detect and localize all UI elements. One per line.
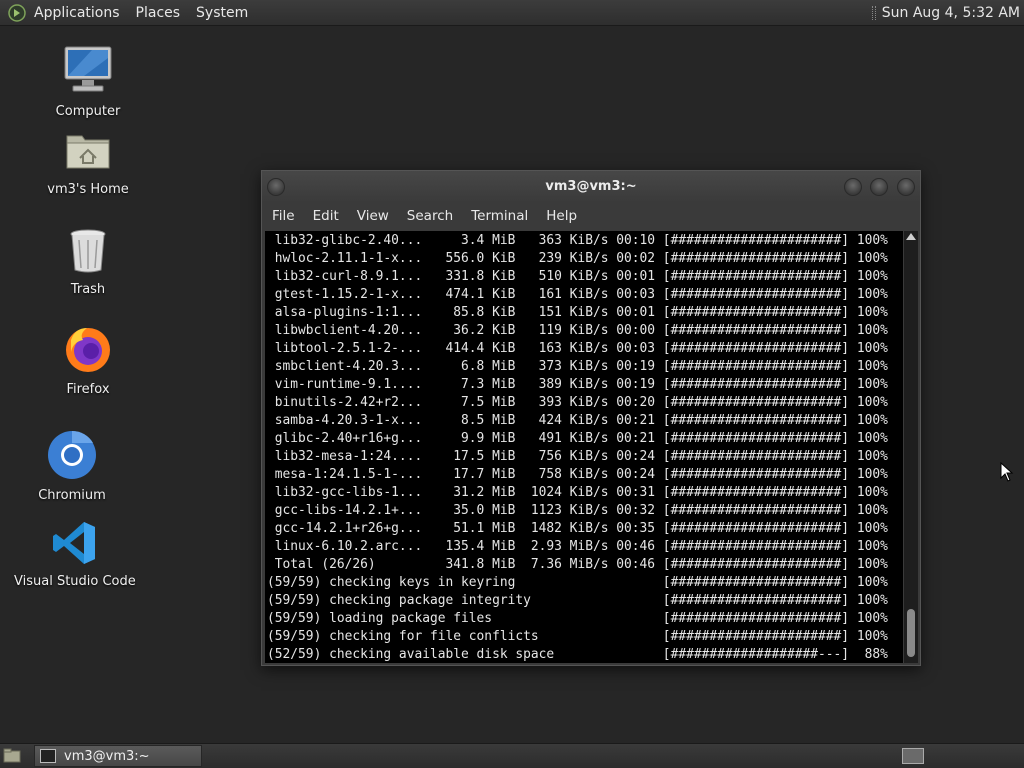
trash-icon	[70, 229, 106, 273]
terminal-line: gtest-1.15.2-1-x... 474.1 KiB 161 KiB/s …	[267, 287, 888, 302]
scrollbar-thumb[interactable]	[907, 609, 915, 657]
terminal-line: libwbclient-4.20... 36.2 KiB 119 KiB/s 0…	[267, 323, 888, 338]
terminal-line: hwloc-2.11.1-1-x... 556.0 KiB 239 KiB/s …	[267, 251, 888, 266]
terminal-window[interactable]: vm3@vm3:~ File Edit View Search Terminal…	[261, 170, 921, 666]
menu-terminal[interactable]: Terminal	[462, 208, 537, 224]
terminal-line: gcc-14.2.1+r26+g... 51.1 MiB 1482 KiB/s …	[267, 521, 888, 536]
desktop-icon-label: Chromium	[38, 488, 106, 503]
vscode-icon	[53, 522, 95, 564]
desktop-icon-firefox[interactable]: Firefox	[28, 324, 148, 397]
terminal-line: samba-4.20.3-1-x... 8.5 MiB 424 KiB/s 00…	[267, 413, 888, 428]
terminal-line: vim-runtime-9.1.... 7.3 MiB 389 KiB/s 00…	[267, 377, 888, 392]
desktop-icon-label: vm3's Home	[47, 182, 129, 197]
desktop-icon-trash[interactable]: Trash	[28, 226, 148, 297]
firefox-icon	[66, 328, 110, 372]
taskbar-terminal-button[interactable]: vm3@vm3:~	[34, 745, 202, 767]
terminal-menubar: File Edit View Search Terminal Help	[262, 203, 920, 229]
terminal-output[interactable]: lib32-glibc-2.40... 3.4 MiB 363 KiB/s 00…	[265, 231, 903, 663]
taskbar-window-label: vm3@vm3:~	[64, 748, 150, 764]
terminal-line: mesa-1:24.1.5-1-... 17.7 MiB 758 KiB/s 0…	[267, 467, 888, 482]
terminal-line: lib32-glibc-2.40... 3.4 MiB 363 KiB/s 00…	[267, 233, 888, 248]
terminal-line: binutils-2.42+r2... 7.5 MiB 393 KiB/s 00…	[267, 395, 888, 410]
mouse-cursor-icon	[1000, 462, 1014, 482]
maximize-icon[interactable]	[870, 178, 888, 196]
desktop-icon-home[interactable]: vm3's Home	[28, 126, 148, 197]
terminal-line: smbclient-4.20.3... 6.8 MiB 373 KiB/s 00…	[267, 359, 888, 374]
menu-view[interactable]: View	[348, 208, 398, 224]
menu-edit[interactable]: Edit	[304, 208, 348, 224]
terminal-line: lib32-curl-8.9.1... 331.8 KiB 510 KiB/s …	[267, 269, 888, 284]
chromium-icon	[48, 430, 96, 479]
terminal-line: linux-6.10.2.arc... 135.4 MiB 2.93 MiB/s…	[267, 539, 888, 554]
terminal-line: (59/59) checking for file conflicts [###…	[267, 629, 888, 644]
menu-file[interactable]: File	[262, 208, 304, 224]
window-menu-icon[interactable]	[267, 178, 285, 196]
desktop-icon-computer[interactable]: Computer	[28, 44, 148, 119]
window-title: vm3@vm3:~	[545, 179, 637, 194]
desktop-icon-label: Firefox	[66, 382, 110, 397]
terminal-line: (59/59) checking package integrity [####…	[267, 593, 888, 608]
terminal-scrollbar[interactable]	[904, 231, 918, 663]
terminal-icon	[40, 749, 56, 763]
computer-icon	[64, 46, 112, 92]
bottom-panel: vm3@vm3:~	[0, 743, 1024, 768]
terminal-line: lib32-gcc-libs-1... 31.2 MiB 1024 KiB/s …	[267, 485, 888, 500]
close-icon[interactable]	[897, 178, 915, 196]
terminal-text: lib32-glibc-2.40... 3.4 MiB 363 KiB/s 00…	[265, 231, 903, 663]
menu-help[interactable]: Help	[537, 208, 586, 224]
panel-separator	[871, 5, 876, 20]
terminal-line: lib32-mesa-1:24.... 17.5 MiB 756 KiB/s 0…	[267, 449, 888, 464]
terminal-line: (59/59) checking keys in keyring [######…	[267, 575, 888, 590]
desktop-icon-label: Visual Studio Code	[14, 574, 136, 589]
top-panel: Applications Places System Sun Aug 4, 5:…	[0, 0, 1024, 26]
terminal-line: libtool-2.5.1-2-... 414.4 KiB 163 KiB/s …	[267, 341, 888, 356]
home-folder-icon	[66, 135, 110, 169]
desktop-icon-chromium[interactable]: Chromium	[12, 430, 132, 503]
menu-applications[interactable]: Applications	[26, 5, 128, 21]
minimize-icon[interactable]	[844, 178, 862, 196]
desktop-icon-label: Trash	[70, 282, 106, 297]
terminal-line: glibc-2.40+r16+g... 9.9 MiB 491 KiB/s 00…	[267, 431, 888, 446]
terminal-line: (52/59) checking available disk space [#…	[267, 647, 888, 662]
terminal-line: Total (26/26) 341.8 MiB 7.36 MiB/s 00:46…	[267, 557, 888, 572]
desktop-icon-vscode[interactable]: Visual Studio Code	[14, 520, 136, 589]
terminal-line: (59/59) loading package files [#########…	[267, 611, 888, 626]
menu-places[interactable]: Places	[128, 5, 189, 21]
terminal-line: gcc-libs-14.2.1+... 35.0 MiB 1123 KiB/s …	[267, 503, 888, 518]
window-titlebar[interactable]: vm3@vm3:~	[262, 171, 920, 203]
menu-search[interactable]: Search	[398, 208, 462, 224]
applications-logo-icon[interactable]	[8, 3, 26, 22]
scroll-up-arrow-icon[interactable]	[906, 233, 916, 240]
terminal-line: alsa-plugins-1:1... 85.8 KiB 151 KiB/s 0…	[267, 305, 888, 320]
workspace-switcher[interactable]	[902, 748, 924, 764]
menu-system[interactable]: System	[188, 5, 256, 21]
show-desktop-icon[interactable]	[3, 748, 21, 763]
desktop-icon-label: Computer	[55, 104, 121, 119]
clock[interactable]: Sun Aug 4, 5:32 AM	[882, 5, 1020, 21]
